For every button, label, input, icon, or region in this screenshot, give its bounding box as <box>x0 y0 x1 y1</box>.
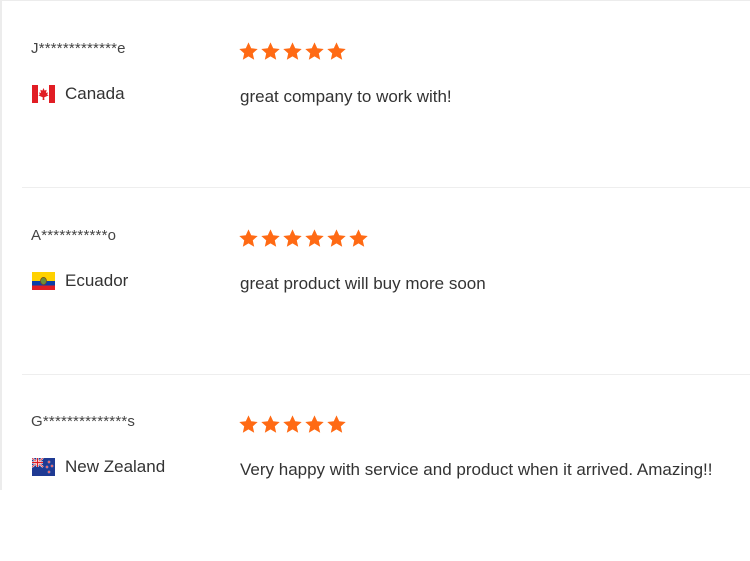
reviewer-country: Ecuador <box>32 271 128 291</box>
reviewer-country: New Zealand <box>32 457 165 477</box>
review-comment: great company to work with! <box>240 87 452 106</box>
star-icon <box>349 229 368 247</box>
review-item: J*************e Canada great company to … <box>22 2 750 188</box>
star-icon <box>239 42 258 60</box>
review-comment: Very happy with service and product when… <box>240 460 713 479</box>
country-label: Canada <box>65 84 125 103</box>
star-icon <box>327 229 346 247</box>
review-item: G**************s New Zealand Very happy … <box>22 375 750 561</box>
review-item: A***********o Ecuador great product will… <box>22 189 750 375</box>
divider <box>0 0 2 490</box>
ecuador-flag-icon <box>32 272 55 290</box>
star-rating <box>238 228 370 249</box>
star-icon <box>327 415 346 433</box>
star-icon <box>239 229 258 247</box>
star-icon <box>283 42 302 60</box>
star-rating <box>238 414 348 435</box>
star-icon <box>327 42 346 60</box>
star-icon <box>283 229 302 247</box>
star-icon <box>261 42 280 60</box>
reviewer-name: J*************e <box>31 40 126 57</box>
star-icon <box>305 42 324 60</box>
star-icon <box>305 415 324 433</box>
country-label: Ecuador <box>65 271 129 290</box>
star-icon <box>305 229 324 247</box>
reviewer-country: Canada <box>32 84 125 104</box>
new-zealand-flag-icon <box>32 458 55 476</box>
star-icon <box>261 415 280 433</box>
country-label: New Zealand <box>65 457 166 476</box>
reviewer-name: G**************s <box>31 413 136 430</box>
star-icon <box>283 415 302 433</box>
reviews-list: J*************e Canada great company to … <box>0 0 750 490</box>
star-icon <box>261 229 280 247</box>
star-rating <box>238 41 348 62</box>
canada-flag-icon <box>32 85 55 103</box>
star-icon <box>239 415 258 433</box>
reviewer-name: A***********o <box>31 227 117 244</box>
review-comment: great product will buy more soon <box>240 274 486 293</box>
divider <box>0 0 750 1</box>
